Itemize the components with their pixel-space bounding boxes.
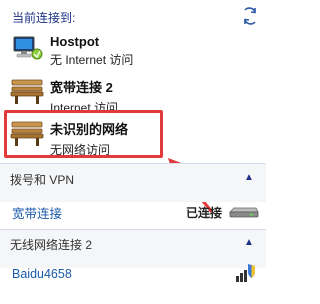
network-item-hostpot[interactable]: Hostpot 无 Internet 访问 [50,34,250,68]
network-name: 宽带连接 2 [50,80,113,95]
section-dialup-vpn[interactable]: 拨号和 VPN ▲ [0,164,266,202]
wireless-signal-shield-icon [234,262,256,284]
collapse-chevron-icon[interactable]: ▲ [244,172,254,183]
wireless-network-baidu4658[interactable]: Baidu4658 [12,267,72,281]
current-connections-heading: 当前连接到: [12,11,76,25]
section-title: 无线网络连接 2 [10,238,93,252]
section-wireless-2[interactable]: 无线网络连接 2 ▲ [0,230,266,268]
connection-status: 已连接 [186,206,223,220]
bench-network-icon [10,76,46,106]
highlight-box [4,110,163,158]
modem-icon [228,204,260,220]
dialup-connection-link[interactable]: 宽带连接 [12,203,62,222]
refresh-icon[interactable] [240,6,260,26]
network-status: 无 Internet 访问 [50,53,134,67]
section-title: 拨号和 VPN [10,173,75,187]
computer-network-icon [12,34,44,62]
collapse-chevron-icon[interactable]: ▲ [244,237,254,248]
network-name: Hostpot [50,34,100,49]
network-item-broadband-2[interactable]: 宽带连接 2 Internet 访问 [50,77,250,115]
